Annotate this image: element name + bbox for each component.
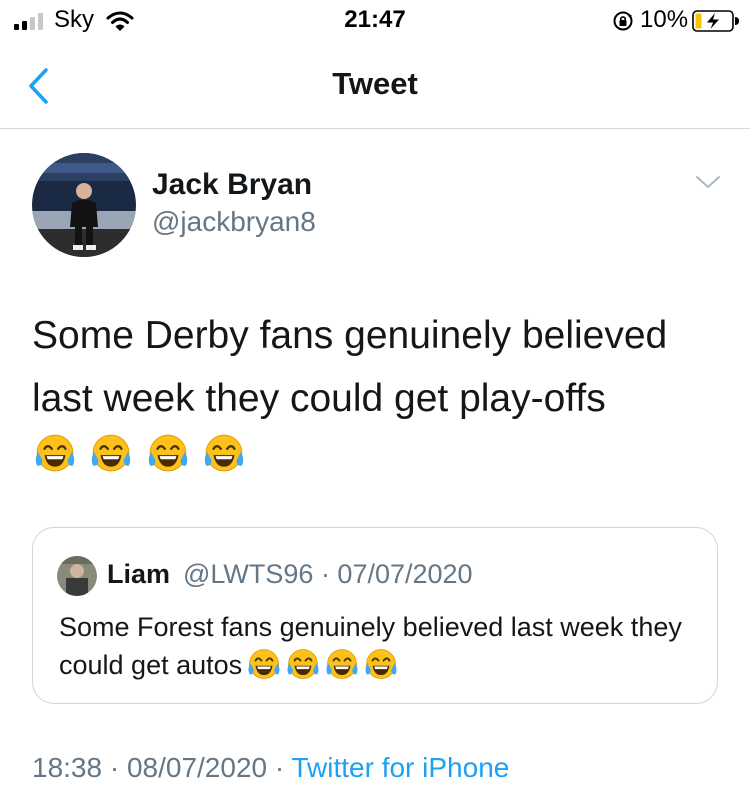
quoted-author-avatar	[57, 556, 97, 596]
tweet-text: Some Derby fans genuinely believed last …	[32, 314, 668, 420]
face-with-tears-of-joy-icon	[247, 647, 281, 681]
chevron-down-icon[interactable]	[694, 172, 722, 192]
page-title: Tweet	[332, 66, 418, 101]
author-name[interactable]: Jack Bryan	[152, 168, 312, 202]
tweet-timestamp: 18:38 · 08/07/2020 ·	[32, 752, 292, 783]
tweet-emoji-row	[34, 432, 255, 474]
quoted-tweet-text: Some Forest fans genuinely believed last…	[59, 608, 699, 684]
quoted-author-meta: @LWTS96 · 07/07/2020	[183, 559, 473, 589]
battery-percent: 10%	[640, 6, 689, 33]
tweet-meta: 18:38 · 08/07/2020 · Twitter for iPhone	[32, 752, 509, 784]
face-with-tears-of-joy-icon	[286, 647, 320, 681]
face-with-tears-of-joy-icon	[90, 432, 132, 474]
face-with-tears-of-joy-icon	[364, 647, 398, 681]
status-bar: Sky 21:47 10%	[0, 0, 750, 44]
quoted-tweet-card[interactable]: Liam @LWTS96 · 07/07/2020 Some Forest fa…	[32, 527, 718, 704]
navigation-bar: Tweet	[0, 44, 750, 129]
tweet-source-link[interactable]: Twitter for iPhone	[291, 752, 509, 783]
author-avatar[interactable]	[32, 153, 136, 257]
rotation-lock-icon	[613, 11, 633, 31]
author-handle[interactable]: @jackbryan8	[152, 206, 316, 238]
status-time: 21:47	[344, 6, 406, 33]
battery-charging-icon	[692, 10, 739, 32]
face-with-tears-of-joy-icon	[325, 647, 359, 681]
face-with-tears-of-joy-icon	[34, 432, 76, 474]
face-with-tears-of-joy-icon	[203, 432, 245, 474]
face-with-tears-of-joy-icon	[147, 432, 189, 474]
quoted-author-name: Liam	[107, 559, 171, 589]
